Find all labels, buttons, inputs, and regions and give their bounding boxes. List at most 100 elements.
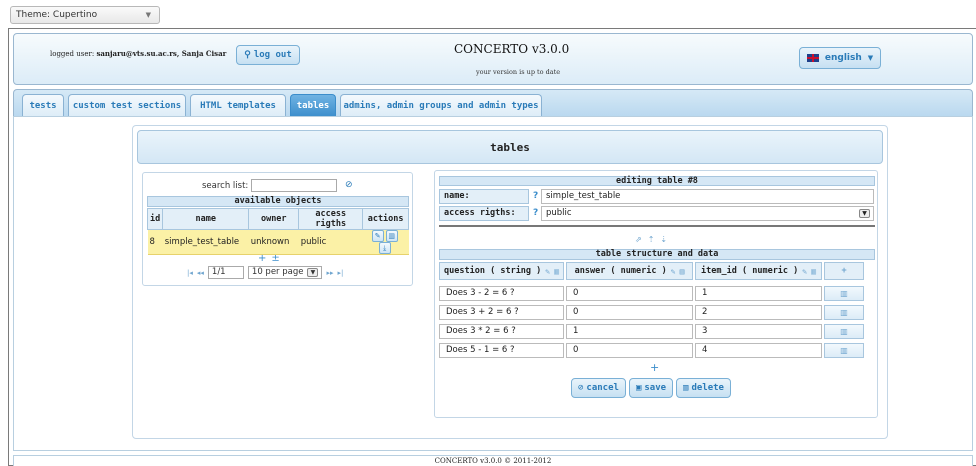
clear-search-icon[interactable]: ⊘: [345, 180, 353, 190]
cancel-button[interactable]: ⊘ cancel: [571, 378, 626, 398]
table-row[interactable]: 8 simple_test_table unknown public ✎ ▥⤓: [147, 229, 409, 255]
column-header-id: id: [146, 208, 164, 230]
next-page-icon[interactable]: ▸▸: [326, 269, 333, 277]
trash-icon: ▥: [683, 383, 689, 393]
select-arrow-icon: ▼: [859, 209, 870, 218]
edit-icon[interactable]: ✎: [671, 267, 676, 276]
editor-title: editing table #8: [439, 176, 875, 186]
trash-icon: ▥: [840, 289, 848, 298]
trash-icon: ▥: [840, 308, 848, 317]
item-id-cell[interactable]: 3: [695, 324, 822, 339]
export-icon[interactable]: ⇗: [635, 235, 648, 244]
tab-tables[interactable]: tables: [290, 94, 336, 117]
access-select[interactable]: public ▼: [541, 206, 874, 221]
delete-button[interactable]: ▥ delete: [676, 378, 731, 398]
add-icon[interactable]: +: [258, 253, 271, 264]
delete-row-button[interactable]: ▥: [824, 286, 864, 301]
app-header: logged user: sanjaru@vts.su.ac.rs, Sanja…: [13, 33, 973, 85]
edit-icon[interactable]: ✎: [545, 267, 550, 276]
first-page-icon[interactable]: |◂: [187, 269, 193, 277]
language-selector[interactable]: english ▼: [799, 47, 881, 69]
help-icon[interactable]: ?: [533, 191, 538, 201]
tab-content: tables search list: ⊘ available objects …: [13, 116, 973, 451]
theme-switcher[interactable]: Theme: Cupertino ▼: [10, 6, 160, 24]
answer-cell[interactable]: 0: [566, 286, 693, 301]
upload-icon[interactable]: ⇡: [648, 235, 661, 244]
edit-icon[interactable]: ✎: [371, 230, 384, 242]
delete-row-button[interactable]: ▥: [824, 324, 864, 339]
search-label: search list:: [202, 181, 249, 191]
access-field-row: access rigths: ? public ▼: [439, 206, 875, 221]
item-id-cell[interactable]: 1: [695, 286, 822, 301]
tab-custom-test-sections[interactable]: custom test sections: [68, 94, 186, 117]
question-cell[interactable]: Does 5 - 1 = 6 ?: [439, 343, 564, 358]
delete-row-button[interactable]: ▥: [824, 343, 864, 358]
tab-label: HTML templates: [200, 101, 276, 111]
row-id: 8: [147, 229, 163, 255]
caret-down-icon: ▼: [867, 54, 874, 62]
add-column-button[interactable]: +: [824, 262, 864, 280]
add-row-icon[interactable]: +: [650, 361, 659, 374]
row-owner: unknown: [248, 229, 299, 255]
question-cell[interactable]: Does 3 * 2 = 6 ?: [439, 324, 564, 339]
trash-icon: ▥: [840, 327, 848, 336]
tab-admins[interactable]: admins, admin groups and admin types: [340, 94, 542, 117]
chevron-down-icon: ▼: [145, 11, 151, 19]
row-name: simple_test_table: [162, 229, 249, 255]
export-icon[interactable]: ⤓: [378, 242, 391, 254]
logged-user-info: logged user: sanjaru@vts.su.ac.rs, Sanja…: [50, 49, 226, 58]
app-title: CONCERTO v3.0.0: [454, 42, 570, 56]
last-page-icon[interactable]: ▸|: [338, 269, 344, 277]
delete-label: delete: [691, 383, 724, 393]
column-name: item_id ( numeric ): [701, 266, 799, 276]
logged-user-name: sanjaru@vts.su.ac.rs, Sanja Cisar: [96, 49, 227, 58]
answer-cell[interactable]: 0: [566, 343, 693, 358]
trash-icon[interactable]: ▥: [385, 230, 398, 242]
page-input[interactable]: 1/1: [207, 266, 244, 279]
per-page-value: 10 per page: [251, 267, 304, 277]
edit-icon[interactable]: ✎: [802, 267, 807, 276]
save-label: save: [644, 383, 667, 393]
user-icon: ⚲: [244, 50, 251, 60]
answer-cell[interactable]: 0: [566, 305, 693, 320]
trash-icon[interactable]: ▥: [680, 267, 685, 276]
trash-icon[interactable]: ▥: [554, 267, 559, 276]
trash-icon[interactable]: ▥: [811, 267, 816, 276]
row-actions: ✎ ▥⤓: [362, 229, 409, 255]
cancel-icon: ⊘: [578, 383, 584, 393]
objects-table: id name owner access rigths actions 8 si…: [146, 208, 409, 255]
logout-button[interactable]: ⚲ log out: [236, 45, 300, 65]
column-header-answer: answer ( numeric ) ✎ ▥: [566, 262, 693, 280]
download-icon[interactable]: ⇣: [660, 235, 673, 244]
search-input[interactable]: [251, 179, 337, 192]
panel-title: tables: [137, 130, 883, 164]
import-icon[interactable]: ±: [271, 253, 284, 264]
answer-cell[interactable]: 1: [566, 324, 693, 339]
cancel-label: cancel: [586, 383, 619, 393]
app-frame: logged user: sanjaru@vts.su.ac.rs, Sanja…: [8, 28, 976, 466]
help-icon[interactable]: ?: [533, 208, 538, 218]
item-id-cell[interactable]: 2: [695, 305, 822, 320]
table-row: Does 3 + 2 = 6 ? 0 2 ▥: [439, 305, 864, 320]
per-page-select[interactable]: 10 per page ▼: [247, 266, 323, 279]
save-button[interactable]: ▣ save: [628, 378, 674, 398]
prev-page-icon[interactable]: ◂◂: [197, 269, 204, 277]
version-status: your version is up to date: [476, 68, 561, 76]
column-header-access: access rigths: [298, 208, 364, 230]
question-cell[interactable]: Does 3 - 2 = 6 ?: [439, 286, 564, 301]
name-input[interactable]: simple_test_table: [541, 189, 874, 204]
table-row: Does 5 - 1 = 6 ? 0 4 ▥: [439, 343, 864, 358]
item-id-cell[interactable]: 4: [695, 343, 822, 358]
table-editor: editing table #8 name: ? simple_test_tab…: [434, 170, 878, 418]
list-tools: +±: [258, 253, 285, 264]
footer: CONCERTO v3.0.0 © 2011-2012: [13, 455, 973, 466]
tables-panel: tables search list: ⊘ available objects …: [132, 125, 888, 439]
delete-row-button[interactable]: ▥: [824, 305, 864, 320]
trash-icon: ▥: [840, 346, 848, 355]
question-cell[interactable]: Does 3 + 2 = 6 ?: [439, 305, 564, 320]
logout-label: log out: [253, 50, 292, 60]
tab-tests[interactable]: tests: [22, 94, 64, 117]
tab-html-templates[interactable]: HTML templates: [190, 94, 286, 117]
name-label: name:: [439, 189, 529, 204]
language-label: english: [824, 53, 862, 63]
